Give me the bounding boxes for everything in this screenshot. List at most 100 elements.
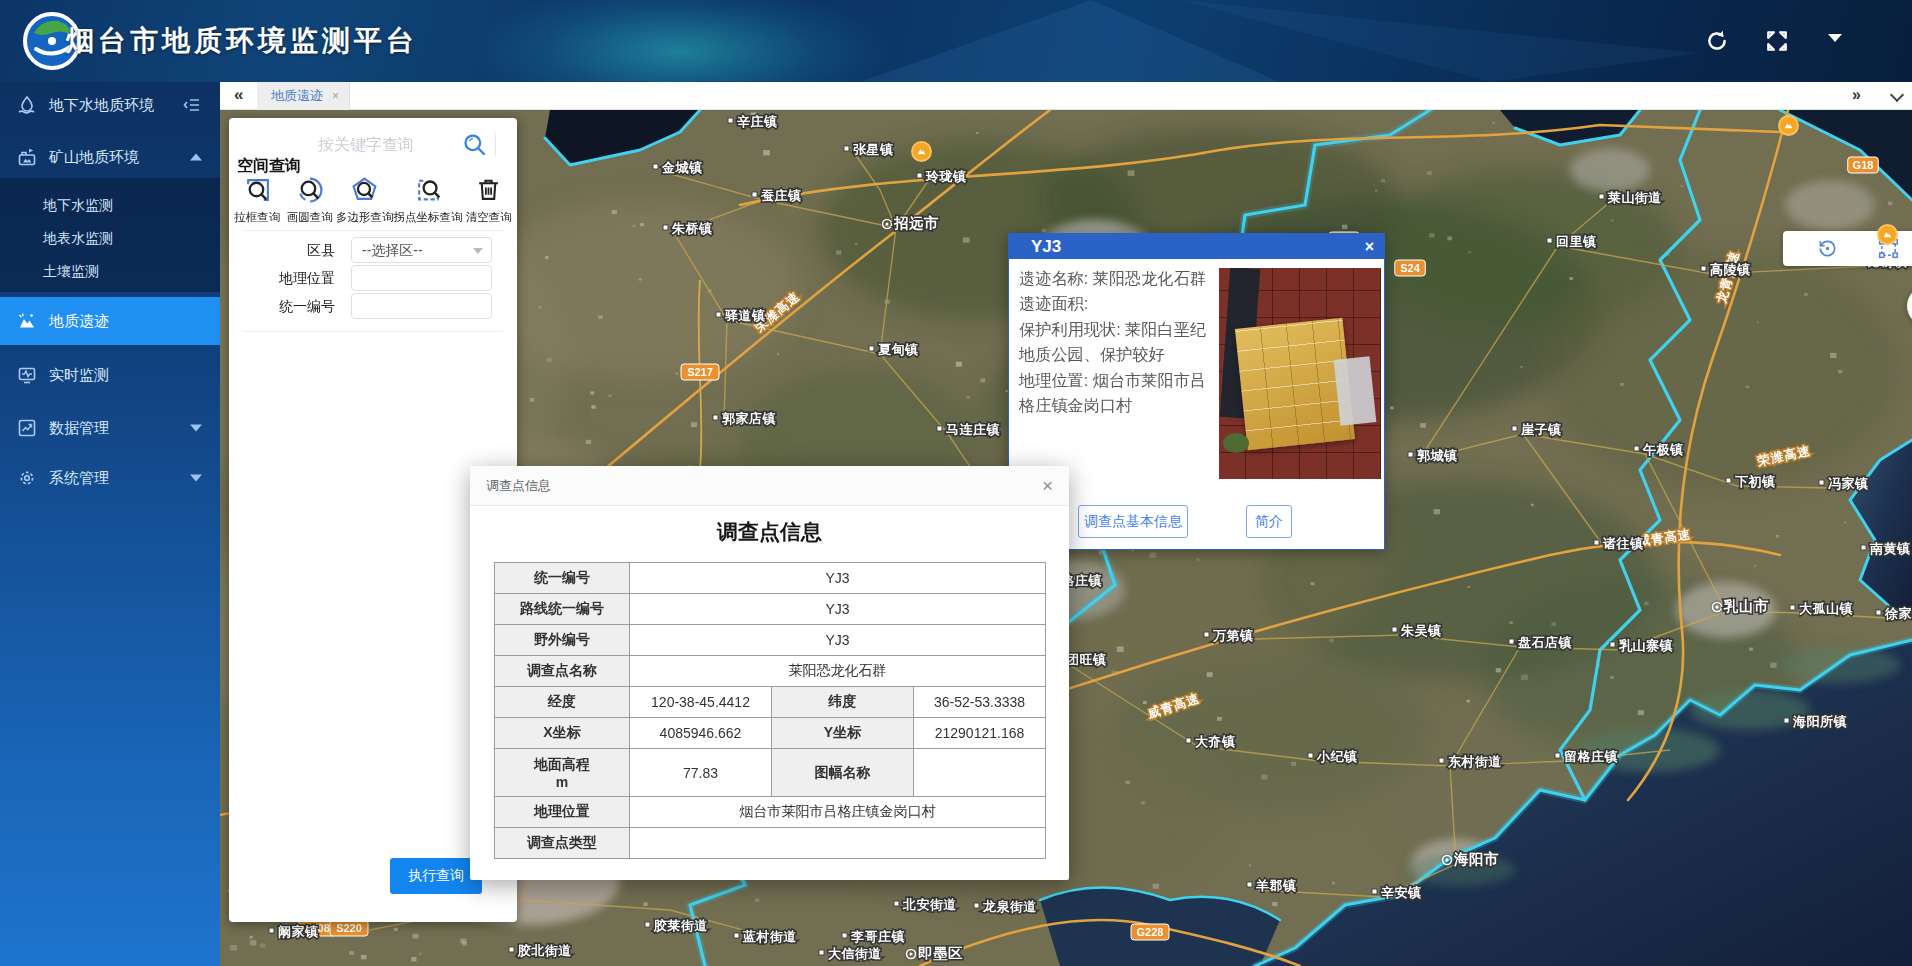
town-label: 留格庄镇 — [1555, 749, 1618, 764]
popup-field: 遗迹名称: 莱阳恐龙化石群 — [1019, 266, 1221, 291]
sidebar-subitem[interactable]: 地表水监测 — [43, 222, 113, 255]
sidebar-item-groundwater-env[interactable]: 地下水地质环境 — [0, 83, 220, 127]
execute-query-button[interactable]: 执行查询 — [390, 858, 482, 894]
intro-button[interactable]: 简介 — [1246, 505, 1292, 538]
form-input[interactable] — [351, 293, 492, 319]
popup-field: 地理位置: 烟台市莱阳市吕格庄镇金岗口村 — [1019, 368, 1221, 419]
table-value-cell: YJ3 — [630, 625, 1046, 656]
modal-title: 调查点信息 — [486, 477, 551, 495]
svg-text:玲珑镇: 玲珑镇 — [925, 169, 967, 184]
svg-text:S24: S24 — [1400, 262, 1420, 274]
modal-heading: 调查点信息 — [470, 518, 1069, 546]
town-label: 乳山寨镇 — [1610, 638, 1673, 653]
sidebar-subitem[interactable]: 土壤监测 — [43, 255, 99, 288]
fullscreen-icon[interactable] — [1764, 28, 1790, 54]
tabbar-dropdown-icon[interactable] — [1890, 88, 1904, 102]
modal-close-icon[interactable]: × — [1042, 475, 1053, 497]
cluster-marker[interactable] — [1778, 115, 1799, 136]
tabbar-collapse-icon[interactable]: « — [234, 85, 243, 105]
svg-text:S217: S217 — [687, 366, 713, 378]
tool-corner-search[interactable]: 拐点坐标查询 — [394, 176, 463, 225]
svg-text:招远市: 招远市 — [893, 215, 939, 231]
tool-trash[interactable]: 清空查询 — [463, 176, 516, 225]
svg-text:回里镇: 回里镇 — [1556, 234, 1597, 249]
table-label-cell: 调查点类型 — [495, 828, 630, 859]
survey-point-modal: 调查点信息 × 调查点信息 统一编号YJ3路线统一编号YJ3野外编号YJ3调查点… — [470, 466, 1069, 880]
svg-text:蓝村街道: 蓝村街道 — [742, 929, 797, 944]
app: 烟台市地质环境监测平台 地下水地质环境矿山地质环境地下水监测地表水监测土壤监测地… — [0, 0, 1912, 966]
menu-collapse-icon[interactable] — [182, 95, 202, 115]
tab-geo-heritage[interactable]: 地质遗迹 × — [257, 82, 350, 110]
tabbar-expand-icon[interactable]: » — [1852, 86, 1861, 104]
table-label-cell: 路线统一编号 — [495, 594, 630, 625]
svg-text:阚家镇: 阚家镇 — [278, 924, 319, 939]
header-dropdown-caret-icon[interactable] — [1828, 34, 1842, 42]
cluster-marker[interactable] — [1877, 224, 1898, 245]
refresh-icon[interactable] — [1704, 28, 1730, 54]
tool-circle-search[interactable]: 画圆查询 — [284, 176, 337, 225]
popup-close-icon[interactable]: × — [1365, 238, 1374, 256]
site-photo[interactable] — [1219, 268, 1381, 479]
survey-point-info-button[interactable]: 调查点基本信息 — [1078, 505, 1188, 538]
table-label-cell: X坐标 — [495, 718, 630, 749]
table-value-cell: 120-38-45.4412 — [630, 687, 772, 718]
sidebar-item-data-mgmt[interactable]: 数据管理 — [0, 406, 220, 450]
tool-polygon-search[interactable]: 多边形查询 — [336, 176, 394, 225]
tab-close-icon[interactable]: × — [332, 89, 339, 103]
popup-fields: 遗迹名称: 莱阳恐龙化石群遗迹面积: 保护利用现状: 莱阳白垩纪地质公园、保护较… — [1019, 266, 1221, 418]
town-label: 大信街道 — [819, 946, 882, 961]
town-label: 胶北街道 — [509, 943, 572, 958]
sidebar-item-label: 地下水地质环境 — [49, 96, 154, 115]
polygon-search-icon — [351, 176, 378, 203]
svg-text:乳山寨镇: 乳山寨镇 — [1618, 638, 1673, 653]
sidebar-subitem[interactable]: 地下水监测 — [43, 189, 113, 222]
svg-text:万第镇: 万第镇 — [1212, 628, 1254, 643]
search-icon[interactable] — [461, 131, 488, 158]
table-value-cell: 77.83 — [630, 749, 772, 797]
town-label: 北安街道 — [894, 897, 957, 912]
tool-label: 多边形查询 — [336, 210, 394, 225]
table-value-cell: YJ3 — [630, 594, 1046, 625]
sidebar-item-mine-env[interactable]: 矿山地质环境 — [0, 135, 220, 179]
svg-text:张星镇: 张星镇 — [853, 142, 894, 157]
road-shield: S217 — [681, 364, 719, 380]
sidebar-item-sys-mgmt[interactable]: 系统管理 — [0, 456, 220, 500]
divider — [495, 133, 496, 157]
svg-text:郭家店镇: 郭家店镇 — [721, 411, 776, 426]
sidebar-nav: 地下水地质环境矿山地质环境地下水监测地表水监测土壤监测地质遗迹实时监测数据管理系… — [0, 82, 220, 966]
table-value-cell — [914, 749, 1046, 797]
sidebar-item-realtime-monitor[interactable]: 实时监测 — [0, 353, 220, 397]
svg-text:马连庄镇: 马连庄镇 — [946, 422, 1000, 437]
sidebar-item-label: 地质遗迹 — [49, 312, 109, 331]
form-label: 区县 — [239, 237, 335, 263]
svg-text:南黄镇: 南黄镇 — [1869, 541, 1911, 556]
sidebar-item-geo-heritage[interactable]: 地质遗迹 — [0, 297, 220, 345]
road-shield: G228 — [1131, 924, 1169, 940]
tool-rect-search[interactable]: 拉框查询 — [231, 176, 284, 225]
table-value-cell: 莱阳恐龙化石群 — [630, 656, 1046, 687]
history-rotate-icon[interactable] — [1816, 237, 1839, 260]
town-label: 大孤山镇 — [1790, 601, 1853, 616]
svg-text:龙泉街道: 龙泉街道 — [982, 899, 1037, 914]
town-label: 蓝村街道 — [734, 929, 797, 944]
table-value-cell: 36-52-53.3338 — [914, 687, 1046, 718]
sidebar-item-label: 实时监测 — [49, 366, 109, 385]
monitor-icon — [17, 365, 37, 385]
table-label-cell: 地理位置 — [495, 797, 630, 828]
header-decor-triangle — [860, 0, 1280, 82]
svg-text:海阳市: 海阳市 — [1453, 851, 1499, 867]
divider — [243, 230, 503, 231]
svg-text:留格庄镇: 留格庄镇 — [1564, 749, 1618, 764]
trash-icon — [475, 176, 502, 203]
svg-text:东村街道: 东村街道 — [1447, 754, 1502, 769]
select-caret-icon — [473, 248, 483, 254]
cluster-marker[interactable] — [911, 141, 932, 162]
form-input[interactable] — [351, 265, 492, 291]
svg-text:朱桥镇: 朱桥镇 — [671, 221, 713, 236]
gear-icon — [17, 468, 37, 488]
tab-label: 地质遗迹 — [271, 87, 323, 105]
svg-text:李哥庄镇: 李哥庄镇 — [850, 929, 905, 944]
tool-label: 画圆查询 — [287, 210, 333, 225]
district-select[interactable]: --选择区-- — [351, 237, 492, 263]
spatial-query-tools: 拉框查询画圆查询多边形查询拐点坐标查询清空查询 — [231, 176, 515, 225]
